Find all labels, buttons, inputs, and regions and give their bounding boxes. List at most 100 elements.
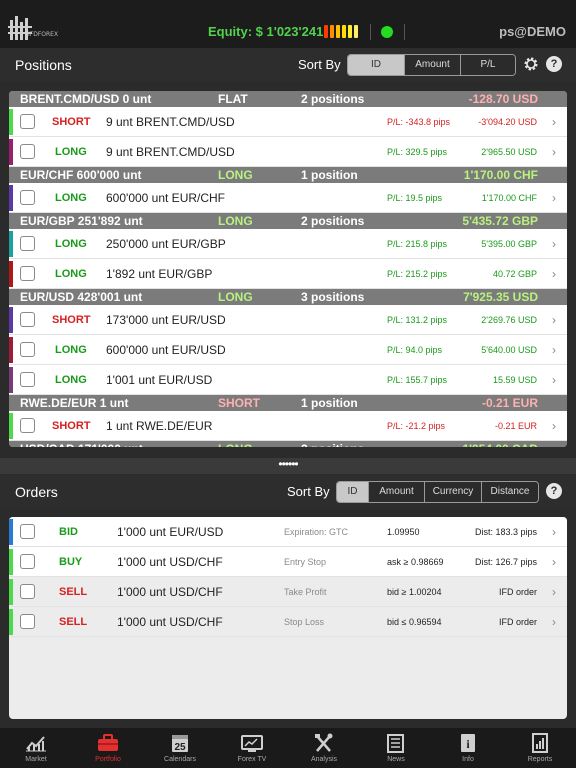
position-pl-value: 15.59 USD bbox=[492, 375, 537, 385]
orders-sort-by-currency-button[interactable]: Currency bbox=[424, 482, 481, 502]
position-pl-pips: P/L: 94.0 pips bbox=[387, 345, 443, 355]
position-pl-value: 2'965.50 USD bbox=[481, 147, 537, 157]
order-info: Dist: 183.3 pips bbox=[474, 527, 537, 537]
order-checkbox[interactable] bbox=[20, 614, 35, 629]
position-group-header[interactable]: EUR/CHF 600'000 unt LONG 1 position 1'170.0… bbox=[9, 167, 567, 183]
sort-by-pl-button[interactable]: P/L bbox=[460, 55, 515, 75]
position-description: 9 unt BRENT.CMD/USD bbox=[106, 145, 235, 159]
position-row[interactable]: LONG 9 unt BRENT.CMD/USD P/L: 329.5 pips 2'… bbox=[9, 137, 567, 167]
header-separator bbox=[370, 24, 371, 40]
tab-label: Calendars bbox=[164, 756, 196, 763]
gear-icon[interactable] bbox=[523, 56, 539, 72]
group-instrument: RWE.DE/EUR 1 unt bbox=[20, 396, 129, 410]
chevron-right-icon[interactable]: › bbox=[552, 115, 556, 129]
positions-sort-label: Sort By bbox=[298, 57, 341, 72]
tab-market[interactable]: Market bbox=[0, 728, 72, 768]
position-checkbox[interactable] bbox=[20, 312, 35, 327]
logo-mark-icon bbox=[8, 16, 32, 40]
position-checkbox[interactable] bbox=[20, 266, 35, 281]
position-pl-value: 5'395.00 GBP bbox=[481, 239, 537, 249]
chevron-right-icon[interactable]: › bbox=[552, 373, 556, 387]
order-checkbox[interactable] bbox=[20, 524, 35, 539]
reports-icon bbox=[529, 733, 551, 753]
tab-forex-tv[interactable]: Forex TV bbox=[216, 728, 288, 768]
chevron-right-icon[interactable]: › bbox=[552, 313, 556, 327]
user-account[interactable]: ps@DEMO bbox=[499, 24, 566, 39]
chevron-right-icon[interactable]: › bbox=[552, 525, 556, 539]
orders-sort-by-amount-button[interactable]: Amount bbox=[368, 482, 424, 502]
position-group-header[interactable]: RWE.DE/EUR 1 unt SHORT 1 position -0.21 EUR bbox=[9, 395, 567, 411]
position-checkbox[interactable] bbox=[20, 342, 35, 357]
bottom-tab-bar: Market Portfolio 25 Calendars Forex TV Analys… bbox=[0, 728, 576, 768]
order-row[interactable]: SELL 1'000 unt USD/CHF Stop Loss bid ≤ 0.96… bbox=[9, 607, 567, 637]
tab-label: Reports bbox=[527, 756, 553, 763]
tab-reports[interactable]: Reports bbox=[504, 728, 576, 768]
position-row[interactable]: LONG 1'001 unt EUR/USD P/L: 155.7 pips 15.5… bbox=[9, 365, 567, 395]
panel-resize-handle[interactable]: •••••• bbox=[0, 458, 576, 474]
position-row[interactable]: LONG 600'000 unt EUR/CHF P/L: 19.5 pips 1'1… bbox=[9, 183, 567, 213]
chevron-right-icon[interactable]: › bbox=[552, 343, 556, 357]
position-color-tag bbox=[9, 413, 13, 439]
order-row[interactable]: BUY 1'000 unt USD/CHF Entry Stop ask ≥ 0.98… bbox=[9, 547, 567, 577]
order-direction: BID bbox=[59, 526, 78, 538]
orders-help-icon[interactable]: ? bbox=[546, 483, 562, 499]
position-direction: LONG bbox=[55, 192, 87, 204]
chevron-right-icon[interactable]: › bbox=[552, 267, 556, 281]
order-row[interactable]: BID 1'000 unt EUR/USD Expiration: GTC 1.099… bbox=[9, 517, 567, 547]
tab-news[interactable]: News bbox=[360, 728, 432, 768]
tab-analysis[interactable]: Analysis bbox=[288, 728, 360, 768]
order-description: 1'000 unt USD/CHF bbox=[117, 585, 223, 599]
chevron-right-icon[interactable]: › bbox=[552, 237, 556, 251]
positions-help-icon[interactable]: ? bbox=[546, 56, 562, 72]
sort-by-id-button[interactable]: ID bbox=[348, 55, 404, 75]
chevron-right-icon[interactable]: › bbox=[552, 145, 556, 159]
position-checkbox[interactable] bbox=[20, 372, 35, 387]
chevron-right-icon[interactable]: › bbox=[552, 615, 556, 629]
position-description: 1 unt RWE.DE/EUR bbox=[106, 419, 213, 433]
tab-info[interactable]: i Info bbox=[432, 728, 504, 768]
chevron-right-icon[interactable]: › bbox=[552, 555, 556, 569]
position-pl-value: 40.72 GBP bbox=[492, 269, 537, 279]
tab-portfolio[interactable]: Portfolio bbox=[72, 728, 144, 768]
tab-calendars[interactable]: 25 Calendars bbox=[144, 728, 216, 768]
positions-list: BRENT.CMD/USD 0 unt FLAT 2 positions -128.7… bbox=[9, 91, 567, 447]
position-group-header[interactable]: USD/CAD 171'000 unt LONG 2 positions 1'954.… bbox=[9, 441, 567, 447]
position-checkbox[interactable] bbox=[20, 236, 35, 251]
order-checkbox[interactable] bbox=[20, 554, 35, 569]
position-row[interactable]: SHORT 9 unt BRENT.CMD/USD P/L: -343.8 pips… bbox=[9, 107, 567, 137]
position-row[interactable]: LONG 1'892 unt EUR/GBP P/L: 215.2 pips 40.7… bbox=[9, 259, 567, 289]
position-description: 600'000 unt EUR/CHF bbox=[106, 191, 226, 205]
group-pnl: 7'925.35 USD bbox=[463, 290, 538, 304]
order-row[interactable]: SELL 1'000 unt USD/CHF Take Profit bid ≥ 1.… bbox=[9, 577, 567, 607]
position-checkbox[interactable] bbox=[20, 114, 35, 129]
group-instrument: EUR/CHF 600'000 unt bbox=[20, 168, 142, 182]
chevron-right-icon[interactable]: › bbox=[552, 419, 556, 433]
position-checkbox[interactable] bbox=[20, 144, 35, 159]
order-color-tag bbox=[9, 519, 13, 545]
position-group-header[interactable]: BRENT.CMD/USD 0 unt FLAT 2 positions -128.7… bbox=[9, 91, 567, 107]
tab-label: Info bbox=[462, 756, 474, 763]
position-pl-pips: P/L: -21.2 pips bbox=[387, 421, 446, 431]
position-checkbox[interactable] bbox=[20, 190, 35, 205]
group-direction: LONG bbox=[218, 442, 253, 447]
order-color-tag bbox=[9, 609, 13, 635]
orders-sort-by-distance-button[interactable]: Distance bbox=[481, 482, 538, 502]
position-pl-value: -3'094.20 USD bbox=[478, 117, 537, 127]
position-row[interactable]: SHORT 1 unt RWE.DE/EUR P/L: -21.2 pips -0.2… bbox=[9, 411, 567, 441]
position-checkbox[interactable] bbox=[20, 418, 35, 433]
orders-sort-by-id-button[interactable]: ID bbox=[337, 482, 368, 502]
margin-level-bars bbox=[324, 25, 358, 39]
order-checkbox[interactable] bbox=[20, 584, 35, 599]
position-row[interactable]: SHORT 173'000 unt EUR/USD P/L: 131.2 pips 2… bbox=[9, 305, 567, 335]
position-group-header[interactable]: EUR/GBP 251'892 unt LONG 2 positions 5'435.… bbox=[9, 213, 567, 229]
position-color-tag bbox=[9, 231, 13, 257]
position-group-header[interactable]: EUR/USD 428'001 unt LONG 3 positions 7'925.… bbox=[9, 289, 567, 305]
position-row[interactable]: LONG 250'000 unt EUR/GBP P/L: 215.8 pips 5'… bbox=[9, 229, 567, 259]
group-pnl: -128.70 USD bbox=[468, 92, 538, 106]
info-icon: i bbox=[457, 733, 479, 753]
chevron-right-icon[interactable]: › bbox=[552, 191, 556, 205]
chevron-right-icon[interactable]: › bbox=[552, 585, 556, 599]
sort-by-amount-button[interactable]: Amount bbox=[404, 55, 460, 75]
position-row[interactable]: LONG 600'000 unt EUR/USD P/L: 94.0 pips 5'6… bbox=[9, 335, 567, 365]
order-type: Take Profit bbox=[284, 587, 327, 597]
